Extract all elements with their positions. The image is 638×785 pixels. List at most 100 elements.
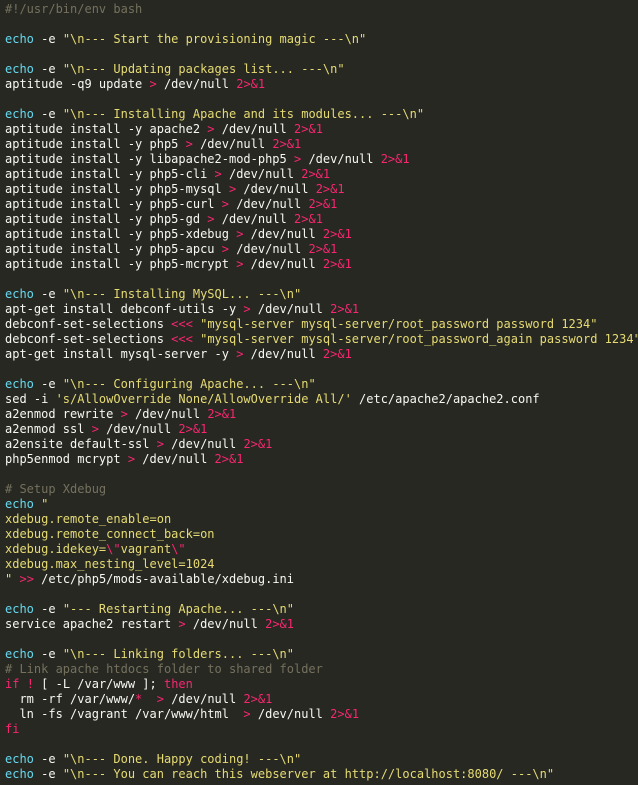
code-line[interactable]: echo -e "--- Restarting Apache... ---\n" [5,602,638,617]
code-line[interactable] [5,737,638,752]
code-token: /dev/null [163,692,244,706]
code-line[interactable]: aptitude install -y apache2 > /dev/null … [5,122,638,137]
code-line[interactable]: echo -e "\n--- Linking folders... ---\n" [5,647,638,662]
code-token: /dev/null [250,707,331,721]
code-token: "mysql-server mysql-server/root_password… [200,332,638,346]
code-token: xdebug.idekey= [5,542,107,556]
code-token: 2>&1 [322,257,352,271]
code-line[interactable]: # Setup Xdebug [5,482,638,497]
code-line[interactable]: fi [5,722,638,737]
code-token: debconf-set-selections [5,317,172,331]
code-line[interactable]: xdebug.remote_enable=on [5,512,638,527]
code-line[interactable] [5,632,638,647]
code-line[interactable]: php5enmod mcrypt > /dev/null 2>&1 [5,452,638,467]
code-line[interactable]: echo -e "\n--- Configuring Apache... ---… [5,377,638,392]
code-line[interactable]: " >> /etc/php5/mods-available/xdebug.ini [5,572,638,587]
code-line[interactable]: aptitude install -y php5 > /dev/null 2>&… [5,137,638,152]
code-token: > [207,122,215,136]
code-token: sed -i [5,392,56,406]
code-token: aptitude install -y apache2 [5,122,208,136]
code-line[interactable] [5,362,638,377]
code-line[interactable]: aptitude install -y php5-xdebug > /dev/n… [5,227,638,242]
code-line[interactable]: debconf-set-selections <<< "mysql-server… [5,332,638,347]
code-line[interactable]: apt-get install debconf-utils -y > /dev/… [5,302,638,317]
code-token: echo [5,107,34,121]
code-line[interactable]: a2enmod rewrite > /dev/null 2>&1 [5,407,638,422]
code-line[interactable]: aptitude install -y php5-mcrypt > /dev/n… [5,257,638,272]
code-line[interactable]: apt-get install mysql-server -y > /dev/n… [5,347,638,362]
code-token: /dev/null [243,227,323,241]
code-token: 2>&1 [243,437,273,451]
code-line[interactable]: aptitude install -y libapache2-mod-php5 … [5,152,638,167]
code-token: /etc/apache2/apache2.conf [351,392,540,406]
code-line[interactable]: echo -e "\n--- Updating packages list...… [5,62,638,77]
code-token: apt-get install mysql-server -y [5,347,237,361]
code-token: echo [5,752,34,766]
code-line[interactable]: echo -e "\n--- Installing MySQL... ---\n… [5,287,638,302]
code-line[interactable]: rm -rf /var/www/* > /dev/null 2>&1 [5,692,638,707]
code-token: -e [33,602,63,616]
code-token: -e [33,767,63,781]
code-line[interactable]: echo -e "\n--- Installing Apache and its… [5,107,638,122]
code-line[interactable]: aptitude install -y php5-mysql > /dev/nu… [5,182,638,197]
code-line[interactable]: service apache2 restart > /dev/null 2>&1 [5,617,638,632]
code-line[interactable] [5,17,638,32]
code-token: /dev/null [156,77,237,91]
code-token: 2>&1 [322,227,352,241]
code-line[interactable] [5,272,638,287]
code-line[interactable] [5,467,638,482]
code-token: fi [5,722,20,736]
code-line[interactable]: a2ensite default-ssl > /dev/null 2>&1 [5,437,638,452]
code-token: -e [33,287,63,301]
code-token: "--- Restarting Apache... ---\n" [62,602,294,616]
code-token: "\n--- Linking folders... ---\n" [62,647,294,661]
code-line[interactable]: echo -e "\n--- Start the provisioning ma… [5,32,638,47]
code-token: # Link apache htdocs folder to shared fo… [5,662,323,676]
code-line[interactable]: aptitude install -y php5-curl > /dev/nul… [5,197,638,212]
code-token: a2ensite default-ssl [5,437,157,451]
code-token: debconf-set-selections [5,332,172,346]
code-line[interactable] [5,47,638,62]
code-token: -e [33,647,63,661]
code-line[interactable]: aptitude install -y php5-gd > /dev/null … [5,212,638,227]
code-token: -e [33,752,63,766]
code-token: -e [33,107,63,121]
code-line[interactable]: xdebug.idekey=\"vagrant\" [5,542,638,557]
code-line[interactable]: a2enmod ssl > /dev/null 2>&1 [5,422,638,437]
code-token: xdebug.remote_enable=on [5,512,172,526]
code-line[interactable] [5,587,638,602]
code-token: php5enmod mcrypt [5,452,128,466]
code-token: > [207,212,215,226]
code-line[interactable]: aptitude install -y php5-apcu > /dev/nul… [5,242,638,257]
code-token: /dev/null [250,302,331,316]
code-line[interactable] [5,92,638,107]
code-token: aptitude install -y php5-mcrypt [5,257,237,271]
code-token: 2>&1 [214,452,244,466]
code-token: "\n--- Start the provisioning magic ---\… [62,32,367,46]
code-line[interactable]: aptitude -q9 update > /dev/null 2>&1 [5,77,638,92]
code-line[interactable]: if ! [ -L /var/www ]; then [5,677,638,692]
code-token: /dev/null [127,407,208,421]
code-token: [ -L /var/www ]; [33,677,164,691]
code-line[interactable]: # Link apache htdocs folder to shared fo… [5,662,638,677]
code-token: if [5,677,20,691]
code-token: ln -fs /vagrant /var/www/html [5,707,244,721]
code-line[interactable]: aptitude install -y php5-cli > /dev/null… [5,167,638,182]
code-line[interactable]: echo -e "\n--- Done. Happy coding! ---\n… [5,752,638,767]
code-token: aptitude install -y php5-curl [5,197,222,211]
code-token: xdebug.max_nesting_level=1024 [5,557,215,571]
code-token: echo [5,62,34,76]
code-editor[interactable]: #!/usr/bin/env bash echo -e "\n--- Start… [0,0,638,782]
code-line[interactable]: xdebug.max_nesting_level=1024 [5,557,638,572]
code-line[interactable]: sed -i 's/AllowOverride None/AllowOverri… [5,392,638,407]
code-line[interactable]: ln -fs /vagrant /var/www/html > /dev/nul… [5,707,638,722]
code-line[interactable]: xdebug.remote_connect_back=on [5,527,638,542]
code-line[interactable]: echo -e "\n--- You can reach this webser… [5,767,638,782]
code-token: > [156,437,164,451]
code-line[interactable]: debconf-set-selections <<< "mysql-server… [5,317,638,332]
code-token: 2>&1 [301,167,331,181]
code-line[interactable]: #!/usr/bin/env bash [5,2,638,17]
code-line[interactable]: echo " [5,497,638,512]
